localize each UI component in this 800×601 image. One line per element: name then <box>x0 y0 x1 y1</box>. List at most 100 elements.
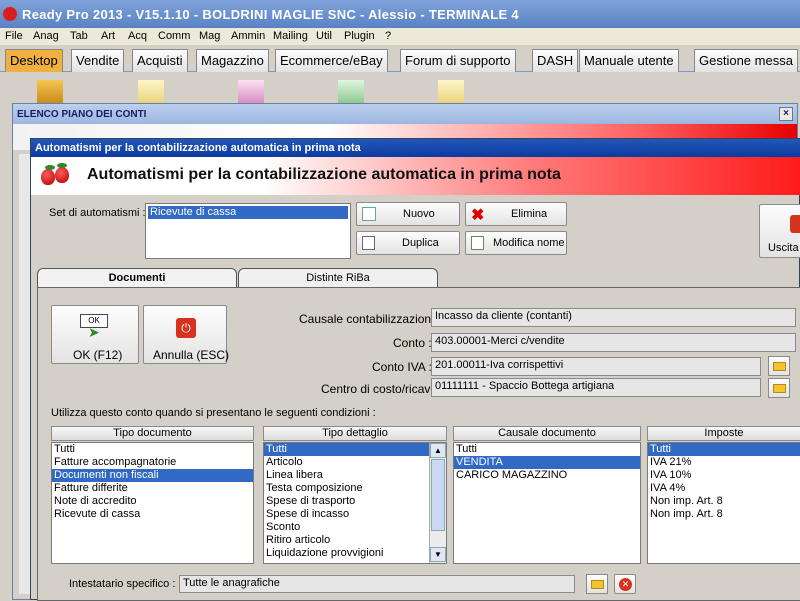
nuovo-label: Nuovo <box>403 208 435 220</box>
uscita-label: Uscita <box>768 242 799 254</box>
tab-dash[interactable]: DASH <box>532 49 579 72</box>
list-item[interactable]: Fatture accompagnatorie <box>52 456 253 469</box>
conditions-label: Utilizza questo conto quando si presenta… <box>51 407 376 419</box>
set-item[interactable]: Ricevute di cassa <box>148 206 348 219</box>
scroll-up-icon[interactable]: ▲ <box>430 443 446 458</box>
menu-bar: File Anag Tab Art Acq Comm Mag Ammin Mailing Util… <box>0 28 800 45</box>
tab-forum-di-supporto[interactable]: Forum di supporto <box>400 49 516 72</box>
duplica-label: Duplica <box>402 237 439 249</box>
tab-acquisti[interactable]: Acquisti <box>132 49 188 72</box>
menu-item-art[interactable]: Art <box>101 30 115 42</box>
tab-documenti[interactable]: Documenti <box>37 268 237 288</box>
list-item[interactable]: IVA 21% <box>648 456 800 469</box>
app-title-bar[interactable]: Ready Pro 2013 - V15.1.10 - BOLDRINI MAG… <box>0 0 800 28</box>
conto-field[interactable]: 403.00001-Merci c/vendite <box>431 333 796 352</box>
list-item[interactable]: Note di accredito <box>52 495 253 508</box>
list-item[interactable]: Tutti <box>264 443 446 456</box>
elenco-title: ELENCO PIANO DEI CONTI <box>17 109 147 120</box>
menu-item-anag[interactable]: Anag <box>33 30 59 42</box>
ok-button[interactable]: OK ➤ OK (F12) <box>51 305 139 364</box>
list-item[interactable]: Linea libera <box>264 469 446 482</box>
close-icon[interactable]: × <box>779 107 793 121</box>
causale-field[interactable]: Incasso da cliente (contanti) <box>431 308 796 327</box>
dialog-header-title: Automatismi per la contabilizzazione aut… <box>87 166 561 183</box>
list-item[interactable]: Tutti <box>52 443 253 456</box>
list-item[interactable]: Liquidazione provvigioni <box>264 547 446 560</box>
list-item[interactable]: Spese di incasso <box>264 508 446 521</box>
cancel-power-icon: ⏻ <box>176 318 196 338</box>
modifica-nome-button[interactable]: Modifica nome <box>465 231 567 255</box>
tab-ecommerce-ebay[interactable]: Ecommerce/eBay <box>275 49 388 72</box>
list-item[interactable]: Spese di trasporto <box>264 495 446 508</box>
new-doc-icon <box>362 207 376 221</box>
centro-field[interactable]: 01111111 - Spaccio Bottega artigiana <box>431 378 761 397</box>
menu-item-plugin[interactable]: Plugin <box>344 30 375 42</box>
annulla-button[interactable]: ⏻ Annulla (ESC) <box>143 305 229 364</box>
menu-item-mailing[interactable]: Mailing <box>273 30 308 42</box>
tipo-dettaglio-header[interactable]: Tipo dettaglio <box>263 426 447 441</box>
list-item[interactable]: Non imp. Art. 8 <box>648 508 800 521</box>
tab-vendite[interactable]: Vendite <box>71 49 125 72</box>
intestatario-field[interactable]: Tutte le anagrafiche <box>179 575 575 593</box>
menu-item-[interactable]: ? <box>385 30 391 42</box>
tab-desktop[interactable]: Desktop <box>5 49 63 72</box>
conto-iva-field[interactable]: 201.00011-Iva corrispettivi <box>431 357 761 376</box>
list-item[interactable]: CARICO MAGAZZINO <box>454 469 640 482</box>
list-item[interactable]: Tutti <box>648 443 800 456</box>
nuovo-button[interactable]: Nuovo <box>356 202 460 226</box>
menu-item-mag[interactable]: Mag <box>199 30 220 42</box>
elenco-title-bar[interactable]: ELENCO PIANO DEI CONTI × <box>13 104 797 124</box>
list-item[interactable]: Tutti <box>454 443 640 456</box>
list-item[interactable]: IVA 4% <box>648 482 800 495</box>
delete-x-icon: ✖ <box>471 207 485 224</box>
box-icon[interactable] <box>37 80 63 104</box>
document-icon[interactable] <box>238 80 264 104</box>
menu-item-file[interactable]: File <box>5 30 23 42</box>
menu-item-tab[interactable]: Tab <box>70 30 88 42</box>
list-item[interactable]: Documenti non fiscali <box>52 469 253 482</box>
tab-magazzino[interactable]: Magazzino <box>196 49 269 72</box>
scrollbar[interactable]: ▲ ▼ <box>429 443 446 563</box>
list-item[interactable]: Sconto <box>264 521 446 534</box>
document-icon[interactable] <box>438 80 464 104</box>
tab-distinte-riba[interactable]: Distinte RiBa <box>238 268 438 288</box>
folder-icon[interactable] <box>768 356 790 376</box>
document-icon[interactable] <box>338 80 364 104</box>
causale-documento-header[interactable]: Causale documento <box>453 426 641 441</box>
causale-label: Causale contabilizzazione : <box>299 312 445 326</box>
clear-button[interactable]: ✕ <box>614 574 636 594</box>
elimina-button[interactable]: ✖ Elimina <box>465 202 567 226</box>
scroll-thumb[interactable] <box>431 459 445 531</box>
list-item[interactable]: Non imp. Art. 8 <box>648 495 800 508</box>
menu-item-acq[interactable]: Acq <box>128 30 147 42</box>
list-item[interactable]: Ritiro articolo <box>264 534 446 547</box>
folder-icon[interactable] <box>768 378 790 398</box>
imposte-header[interactable]: Imposte <box>647 426 800 441</box>
list-item[interactable]: Articolo <box>264 456 446 469</box>
tipo-dettaglio-list[interactable]: Tutti Articolo Linea libera Testa composizi… <box>263 442 447 564</box>
menu-item-util[interactable]: Util <box>316 30 332 42</box>
folder-icon[interactable] <box>586 574 608 594</box>
list-item[interactable]: VENDITA <box>454 456 640 469</box>
menu-item-comm[interactable]: Comm <box>158 30 190 42</box>
menu-item-ammin[interactable]: Ammin <box>231 30 265 42</box>
tab-manuale-utente[interactable]: Manuale utente <box>579 49 679 72</box>
document-icon[interactable] <box>138 80 164 104</box>
list-item[interactable]: IVA 10% <box>648 469 800 482</box>
copy-icon <box>362 236 375 250</box>
causale-documento-list[interactable]: Tutti VENDITA CARICO MAGAZZINO <box>453 442 641 564</box>
list-item[interactable]: Fatture differite <box>52 482 253 495</box>
dialog-header-banner: Automatismi per la contabilizzazione aut… <box>31 157 800 195</box>
list-item[interactable]: Testa composizione <box>264 482 446 495</box>
set-list[interactable]: Ricevute di cassa <box>145 203 351 259</box>
list-item[interactable]: Ricevute di cassa <box>52 508 253 521</box>
tipo-documento-header[interactable]: Tipo documento <box>51 426 254 441</box>
imposte-list[interactable]: Tutti IVA 21% IVA 10% IVA 4% Non imp. Art. 8… <box>647 442 800 564</box>
tipo-documento-list[interactable]: Tutti Fatture accompagnatorie Documenti no… <box>51 442 254 564</box>
clear-x-icon: ✕ <box>619 578 632 591</box>
uscita-button[interactable]: Uscita <box>759 204 800 258</box>
dialog-title-bar[interactable]: Automatismi per la contabilizzazione aut… <box>31 139 800 157</box>
duplica-button[interactable]: Duplica <box>356 231 460 255</box>
tab-gestione-messa[interactable]: Gestione messa <box>694 49 798 72</box>
scroll-down-icon[interactable]: ▼ <box>430 547 446 562</box>
